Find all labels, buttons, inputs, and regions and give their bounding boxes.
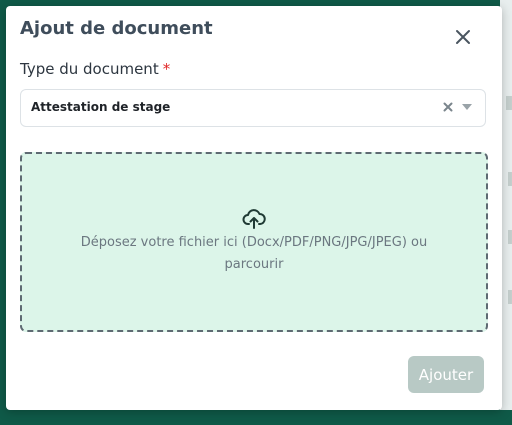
- dropzone-text-line: Déposez votre fichier ici (Docx/PDF/PNG/…: [80, 235, 428, 250]
- chevron-down-icon[interactable]: [462, 104, 472, 111]
- background-element: [508, 172, 512, 186]
- document-type-label: Type du document *: [20, 60, 170, 78]
- add-button[interactable]: Ajouter: [408, 356, 484, 393]
- backdrop-overlay: [0, 410, 512, 425]
- browse-link[interactable]: parcourir: [52, 254, 456, 276]
- modal-title: Ajout de document: [20, 18, 213, 39]
- background-element: [506, 96, 512, 110]
- dropzone-instructions: Déposez votre fichier ici (Docx/PDF/PNG/…: [52, 232, 456, 276]
- document-type-selected-value: Attestation de stage: [31, 100, 171, 114]
- document-type-select[interactable]: Attestation de stage: [20, 89, 486, 127]
- file-dropzone[interactable]: Déposez votre fichier ici (Docx/PDF/PNG/…: [20, 152, 488, 332]
- required-asterisk: *: [162, 60, 171, 78]
- cloud-upload-icon: [242, 209, 266, 229]
- background-element: [508, 230, 512, 244]
- background-element: [508, 290, 512, 304]
- add-document-modal: Ajout de document Type du document * Atte…: [6, 6, 502, 410]
- close-icon[interactable]: [454, 28, 472, 46]
- clear-icon[interactable]: [443, 102, 453, 112]
- document-type-label-text: Type du document: [20, 60, 159, 78]
